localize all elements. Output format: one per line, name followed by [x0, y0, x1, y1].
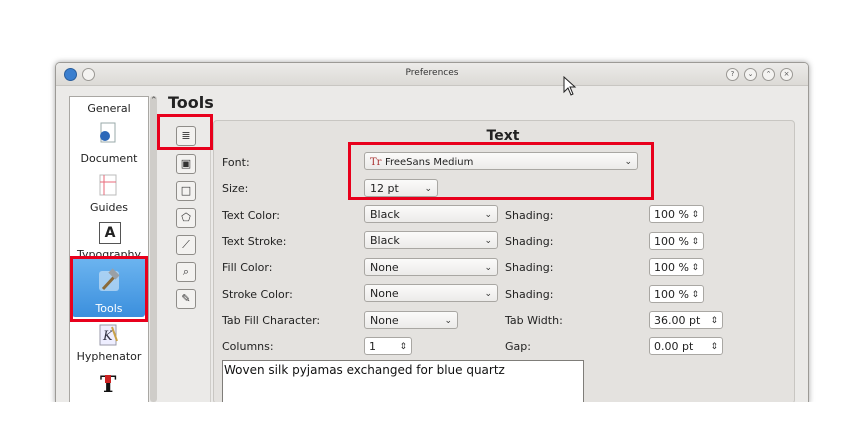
fill-color-shading-spinner[interactable]: 100 % ⇕	[649, 258, 704, 276]
text-stroke-shading-label: Shading:	[505, 235, 554, 248]
window-title: Preferences	[405, 68, 459, 78]
text-color-select[interactable]: Black ⌄	[364, 205, 498, 223]
size-label: Size:	[222, 182, 249, 195]
spinner-arrows-icon: ⇕	[710, 342, 718, 352]
sidebar-item-label: Hyphenator	[76, 350, 142, 363]
sidebar-scrollbar[interactable]	[150, 96, 157, 402]
highlight-tools-item	[70, 256, 148, 322]
chevron-down-icon: ⌄	[484, 289, 492, 299]
tool-strip: ≣ ▣ □ ⬠ ⟋ ⌕ ✎	[170, 120, 210, 402]
image-frame-icon[interactable]: ▣	[176, 154, 196, 174]
fonts-icon: T	[100, 372, 117, 395]
fill-color-shading-label: Shading:	[505, 261, 554, 274]
text-stroke-shading-spinner[interactable]: 100 % ⇕	[649, 232, 704, 250]
sidebar-item-label: General	[87, 102, 131, 115]
sidebar: General Document Guides A Typography Too…	[69, 96, 149, 408]
maximize-icon[interactable]: ⌃	[762, 68, 775, 81]
stroke-color-label: Stroke Color:	[222, 288, 293, 301]
text-color-value: Black	[370, 208, 400, 221]
tab-fill-label: Tab Fill Character:	[222, 314, 321, 327]
text-stroke-value: Black	[370, 234, 400, 247]
sidebar-item-guides[interactable]: Guides	[70, 201, 148, 214]
fill-color-value: None	[370, 261, 399, 274]
titlebar: Preferences ? ⌄ ⌃ ×	[56, 63, 808, 86]
page-bottom	[0, 402, 860, 429]
stroke-color-value: None	[370, 287, 399, 300]
collapse-icon[interactable]: ⌃	[150, 96, 158, 106]
text-stroke-select[interactable]: Black ⌄	[364, 231, 498, 249]
help-icon[interactable]: ?	[726, 68, 739, 81]
gap-value: 0.00 pt	[654, 340, 694, 353]
sample-text: Woven silk pyjamas exchanged for blue qu…	[224, 363, 505, 377]
spinner-arrows-icon: ⇕	[691, 290, 699, 300]
tab-width-label: Tab Width:	[505, 314, 563, 327]
typography-icon: A	[99, 222, 121, 244]
stroke-color-select[interactable]: None ⌄	[364, 284, 498, 302]
columns-label: Columns:	[222, 340, 274, 353]
guides-icon	[99, 174, 117, 196]
tab-width-value: 36.00 pt	[654, 314, 701, 327]
document-icon	[100, 122, 116, 143]
chevron-down-icon: ⌄	[484, 263, 492, 273]
shape-icon[interactable]: □	[176, 181, 196, 201]
page-title: Tools	[168, 93, 214, 112]
close-icon[interactable]: ×	[780, 68, 793, 81]
tool-strip-divider	[210, 120, 211, 402]
gap-spinner[interactable]: 0.00 pt ⇕	[649, 337, 723, 355]
gap-label: Gap:	[505, 340, 531, 353]
chevron-down-icon: ⌄	[444, 316, 452, 326]
font-label: Font:	[222, 156, 250, 169]
fill-color-select[interactable]: None ⌄	[364, 258, 498, 276]
line-icon[interactable]: ⟋	[176, 235, 196, 255]
text-color-label: Text Color:	[222, 209, 280, 222]
sidebar-item-document[interactable]: Document	[70, 152, 148, 165]
fill-color-shading-value: 100 %	[654, 261, 689, 274]
spinner-arrows-icon: ⇕	[399, 342, 407, 352]
hyphenator-icon: K	[99, 324, 118, 346]
sidebar-item-general[interactable]: General	[70, 102, 148, 115]
chevron-down-icon: ⌄	[484, 236, 492, 246]
stroke-color-shading-spinner[interactable]: 100 % ⇕	[649, 285, 704, 303]
columns-spinner[interactable]: 1 ⇕	[364, 337, 412, 355]
tab-fill-value: None	[370, 314, 399, 327]
spinner-arrows-icon: ⇕	[710, 316, 718, 326]
stroke-color-shading-label: Shading:	[505, 288, 554, 301]
highlight-text-tool	[157, 114, 213, 150]
text-color-shading-value: 100 %	[654, 208, 689, 221]
text-stroke-shading-value: 100 %	[654, 235, 689, 248]
minimize-icon[interactable]: ⌄	[744, 68, 757, 81]
spinner-arrows-icon: ⇕	[691, 210, 699, 220]
zoom-icon[interactable]: ⌕	[176, 262, 196, 282]
text-color-shading-label: Shading:	[505, 209, 554, 222]
sidebar-item-hyphenator[interactable]: Hyphenator	[70, 350, 148, 363]
sidebar-item-label: Document	[80, 152, 138, 165]
spinner-arrows-icon: ⇕	[691, 237, 699, 247]
eyedropper-icon[interactable]: ✎	[176, 289, 196, 309]
chevron-down-icon: ⌄	[484, 210, 492, 220]
stroke-color-shading-value: 100 %	[654, 288, 689, 301]
text-stroke-label: Text Stroke:	[222, 235, 287, 248]
svg-text:K: K	[102, 329, 114, 344]
fill-color-label: Fill Color:	[222, 261, 273, 274]
sidebar-item-label: Guides	[89, 201, 129, 214]
mouse-pointer-icon	[563, 76, 577, 96]
polygon-icon[interactable]: ⬠	[176, 208, 196, 228]
tab-width-spinner[interactable]: 36.00 pt ⇕	[649, 311, 723, 329]
columns-value: 1	[369, 340, 376, 353]
text-color-shading-spinner[interactable]: 100 % ⇕	[649, 205, 704, 223]
highlight-font-size	[348, 142, 654, 200]
tab-fill-select[interactable]: None ⌄	[364, 311, 458, 329]
spinner-arrows-icon: ⇕	[691, 263, 699, 273]
